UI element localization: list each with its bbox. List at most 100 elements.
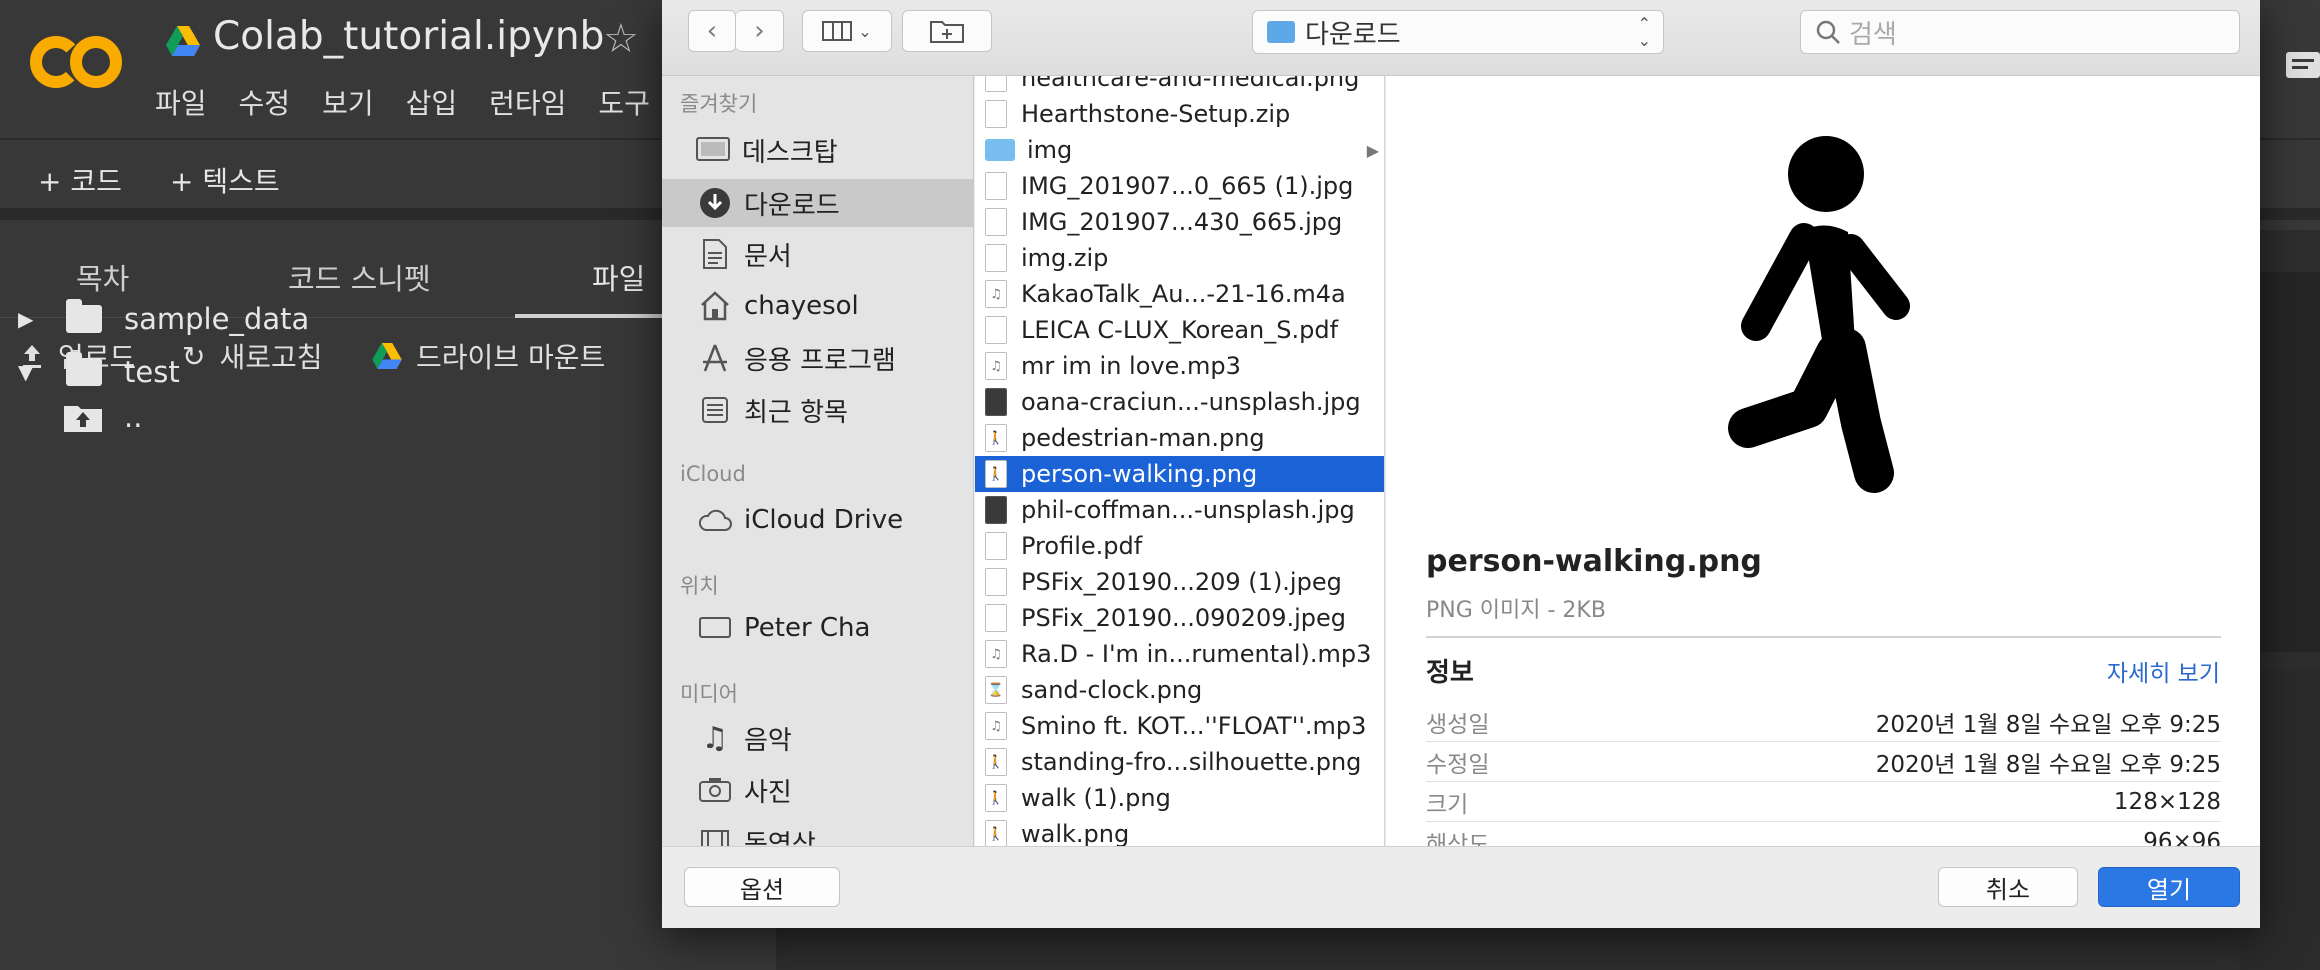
dialog-sidebar: 즐겨찾기 데스크탑 다운로드 문서 chayesol 응용 프로그램 최근 항목… xyxy=(662,76,974,846)
file-name: Profile.pdf xyxy=(1021,532,1143,560)
sidebar-item-movies[interactable]: 동영상 xyxy=(662,818,973,846)
file-row[interactable]: ♫ Smino ft. KOT...''FLOAT''.mp3 xyxy=(975,708,1384,744)
back-button[interactable]: ‹ xyxy=(688,10,736,52)
sidebar-item-label: 데스크탑 xyxy=(742,137,838,168)
star-icon[interactable]: ☆ xyxy=(603,16,639,62)
menu-runtime[interactable]: 런타임 xyxy=(489,82,566,122)
file-name: PSFix_20190...090209.jpeg xyxy=(1021,604,1347,632)
mount-drive-button[interactable]: 드라이브 마운트 xyxy=(372,336,605,376)
colab-logo[interactable] xyxy=(30,32,122,92)
file-row[interactable]: Hearthstone-Setup.zip xyxy=(975,96,1384,132)
file-row[interactable]: PSFix_20190...209 (1).jpeg xyxy=(975,564,1384,600)
tab-files[interactable]: 파일 xyxy=(592,256,645,298)
notebook-title[interactable]: Colab_tutorial.ipynb xyxy=(213,14,604,59)
file-row[interactable]: ♫ Ra.D - I'm in...rumental).mp3 xyxy=(975,636,1384,672)
refresh-button[interactable]: ↻ 새로고침 xyxy=(182,336,323,376)
file-name: img.zip xyxy=(1021,244,1109,272)
add-text-button[interactable]: + 텍스트 xyxy=(170,160,280,200)
sidebar-item-label: 응용 프로그램 xyxy=(744,345,896,376)
file-row[interactable]: 🚶 walk (1).png xyxy=(975,780,1384,816)
file-row[interactable]: oana-craciun...-unsplash.jpg xyxy=(975,384,1384,420)
file-row[interactable]: IMG_201907...0_665 (1).jpg xyxy=(975,168,1384,204)
search-field[interactable]: 검색 xyxy=(1800,10,2240,54)
tree-item-parent[interactable]: .. xyxy=(64,400,142,434)
camera-icon xyxy=(698,775,732,805)
audio-file-icon: ♫ xyxy=(985,280,1007,308)
walker-file-icon: 🚶 xyxy=(985,820,1007,846)
file-row[interactable]: healthcare-and-medical.png xyxy=(975,76,1384,96)
tab-toc[interactable]: 목차 xyxy=(76,256,129,298)
file-row[interactable]: ♫ KakaoTalk_Au...-21-16.m4a xyxy=(975,276,1384,312)
file-row[interactable]: Profile.pdf xyxy=(975,528,1384,564)
file-row[interactable]: LEICA C-LUX_Korean_S.pdf xyxy=(975,312,1384,348)
file-row[interactable]: 🚶 walk.png xyxy=(975,816,1384,846)
forward-button[interactable]: › xyxy=(736,10,784,52)
view-mode-button[interactable]: ⌄ xyxy=(802,10,892,52)
file-name: Smino ft. KOT...''FLOAT''.mp3 xyxy=(1021,712,1367,740)
cancel-button[interactable]: 취소 xyxy=(1938,867,2078,907)
file-row[interactable]: img ▶ xyxy=(975,132,1384,168)
comment-icon[interactable] xyxy=(2262,40,2320,100)
file-name: walk (1).png xyxy=(1021,784,1171,812)
columns-view-icon xyxy=(822,21,853,41)
file-row[interactable]: IMG_201907...430_665.jpg xyxy=(975,204,1384,240)
file-row[interactable]: PSFix_20190...090209.jpeg xyxy=(975,600,1384,636)
show-more-link[interactable]: 자세히 보기 xyxy=(2107,654,2220,688)
menu-insert[interactable]: 삽입 xyxy=(406,82,458,122)
search-icon xyxy=(1816,20,1840,44)
file-row[interactable]: ♫ mr im in love.mp3 xyxy=(975,348,1384,384)
file-name: healthcare-and-medical.png xyxy=(1021,76,1360,92)
tab-code-snippets[interactable]: 코드 스니펫 xyxy=(288,256,431,298)
sidebar-item-downloads[interactable]: 다운로드 xyxy=(662,179,973,227)
image-file-icon xyxy=(985,208,1007,236)
folder-icon xyxy=(985,139,1015,161)
sidebar-item-desktop[interactable]: 데스크탑 xyxy=(662,126,973,174)
file-row[interactable]: 🚶 pedestrian-man.png xyxy=(975,420,1384,456)
menu-file[interactable]: 파일 xyxy=(155,82,207,122)
sidebar-item-recents[interactable]: 최근 항목 xyxy=(662,386,973,434)
info-key: 수정일 xyxy=(1426,751,1490,778)
media-header: 미디어 xyxy=(680,682,738,706)
favorites-header: 즐겨찾기 xyxy=(680,92,758,116)
sidebar-item-label: 문서 xyxy=(744,241,792,272)
film-icon xyxy=(698,827,732,846)
file-row[interactable]: img.zip xyxy=(975,240,1384,276)
menu-edit[interactable]: 수정 xyxy=(239,82,291,122)
file-name: person-walking.png xyxy=(1021,460,1258,488)
preview-pane: person-walking.png PNG 이미지 - 2KB 정보 자세히 … xyxy=(1386,76,2260,846)
add-code-button[interactable]: + 코드 xyxy=(38,160,122,200)
location-popup[interactable]: 다운로드 ⌃ ⌄ xyxy=(1252,10,1664,54)
image-file-icon xyxy=(985,76,1007,92)
preview-file-name: person-walking.png xyxy=(1426,544,1762,579)
sidebar-item-computer[interactable]: Peter Cha xyxy=(662,604,973,652)
file-name: standing-fro...silhouette.png xyxy=(1021,748,1362,776)
sidebar-item-documents[interactable]: 문서 xyxy=(662,230,973,278)
file-row[interactable]: ⌛ sand-clock.png xyxy=(975,672,1384,708)
file-row[interactable]: 🚶 person-walking.png xyxy=(975,456,1384,492)
tree-item-sample-data[interactable]: ▶ sample_data xyxy=(18,299,309,336)
sidebar-item-photos[interactable]: 사진 xyxy=(662,766,973,814)
options-button[interactable]: 옵션 xyxy=(684,867,840,907)
caret-right-icon[interactable]: ▶ xyxy=(18,307,40,331)
music-icon: ♫ xyxy=(701,720,729,756)
tree-item-test[interactable]: ▼ test xyxy=(18,352,180,389)
info-value: 2020년 1월 8일 수요일 오후 9:25 xyxy=(1875,751,2221,778)
image-file-icon xyxy=(985,568,1007,596)
caret-down-icon[interactable]: ▼ xyxy=(18,360,40,384)
home-icon xyxy=(698,291,732,321)
new-folder-button[interactable] xyxy=(902,10,992,52)
open-button[interactable]: 열기 xyxy=(2098,867,2240,907)
info-key: 해상도 xyxy=(1426,831,1490,847)
active-tab-indicator xyxy=(515,314,675,318)
sidebar-item-home[interactable]: chayesol xyxy=(662,282,973,330)
menu-view[interactable]: 보기 xyxy=(322,82,374,122)
file-name: IMG_201907...430_665.jpg xyxy=(1021,208,1343,236)
file-name: LEICA C-LUX_Korean_S.pdf xyxy=(1021,316,1339,344)
file-row[interactable]: 🚶 standing-fro...silhouette.png xyxy=(975,744,1384,780)
file-row[interactable]: phil-coffman...-unsplash.jpg xyxy=(975,492,1384,528)
menu-tools[interactable]: 도구 xyxy=(598,82,650,122)
sidebar-item-icloud-drive[interactable]: iCloud Drive xyxy=(662,496,973,544)
sidebar-item-music[interactable]: ♫ 음악 xyxy=(662,714,973,762)
sidebar-item-label: Peter Cha xyxy=(744,613,871,643)
sidebar-item-applications[interactable]: 응용 프로그램 xyxy=(662,334,973,382)
